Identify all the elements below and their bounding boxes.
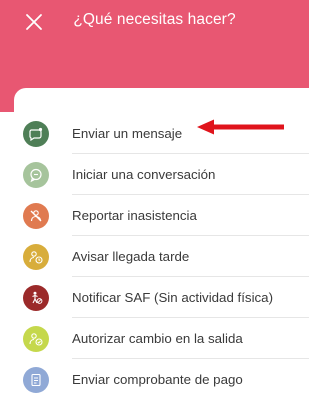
menu-item-report-absence[interactable]: Reportar inasistencia (14, 195, 309, 236)
chat-icon (23, 161, 49, 188)
menu-item-label: Iniciar una conversación (72, 167, 216, 182)
page-title: ¿Qué necesitas hacer? (73, 11, 236, 28)
menu-item-label: Notificar SAF (Sin actividad física) (72, 290, 273, 305)
receipt-icon (23, 366, 49, 393)
exit-change-icon (23, 325, 49, 352)
menu-item-payment-receipt[interactable]: Enviar comprobante de pago (14, 359, 309, 400)
menu-item-label: Autorizar cambio en la salida (72, 331, 243, 346)
menu-item-label: Avisar llegada tarde (72, 249, 190, 264)
menu-item-late-arrival[interactable]: Avisar llegada tarde (14, 236, 309, 277)
menu-item-exit-change[interactable]: Autorizar cambio en la salida (14, 318, 309, 359)
no-attendance-icon (23, 202, 49, 229)
no-activity-icon (23, 284, 49, 311)
menu-item-label: Reportar inasistencia (72, 208, 197, 223)
menu-item-label: Enviar un mensaje (72, 126, 183, 141)
message-icon (23, 120, 49, 147)
menu-item-start-conversation[interactable]: Iniciar una conversación (14, 154, 309, 195)
arrow-left-icon (197, 119, 284, 135)
menu-item-label: Enviar comprobante de pago (72, 372, 243, 387)
menu-item-notify-saf[interactable]: Notificar SAF (Sin actividad física) (14, 277, 309, 318)
late-arrival-icon (23, 243, 49, 270)
